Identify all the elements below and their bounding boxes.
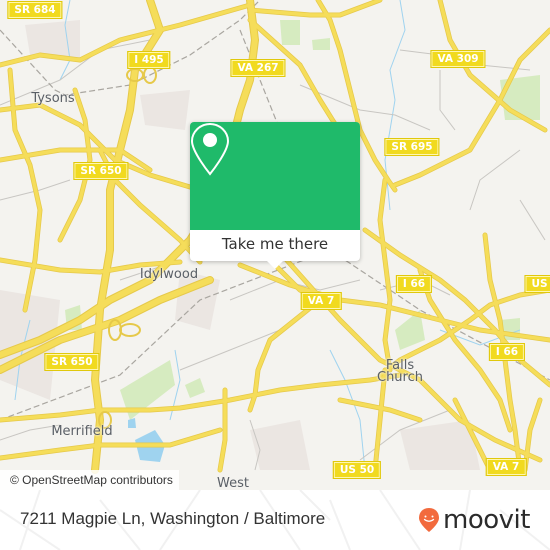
moovit-wordmark: moovit [443, 505, 530, 535]
route-shield-i66-south: I 66 [488, 343, 526, 361]
popup-header [190, 122, 360, 230]
footer-bar: 7211 Magpie Ln, Washington / Baltimore m… [0, 490, 550, 550]
map-base [0, 0, 550, 550]
route-shield-va267: VA 267 [230, 59, 286, 77]
route-shield-va309: VA 309 [430, 50, 486, 68]
route-shield-us2x: US 2 [524, 275, 550, 293]
route-shield-va7-north: VA 7 [300, 292, 342, 310]
route-shield-va7-south: VA 7 [485, 458, 527, 476]
route-shield-sr684: SR 684 [7, 1, 63, 19]
place-label-west: West [217, 476, 249, 491]
place-label-idylwood: Idylwood [139, 267, 199, 282]
moovit-logo[interactable]: moovit [418, 502, 530, 538]
route-shield-sr650-north: SR 650 [73, 162, 129, 180]
route-shield-sr695: SR 695 [384, 138, 440, 156]
take-me-there-button[interactable]: Take me there [190, 230, 360, 261]
location-pin-icon [190, 122, 230, 176]
route-shield-us50: US 50 [332, 461, 382, 479]
place-label-tysons: Tysons [31, 91, 75, 106]
destination-address: 7211 Magpie Ln, Washington / Baltimore [20, 509, 326, 528]
popup-pointer [267, 261, 283, 269]
map-attribution[interactable]: © OpenStreetMap contributors [0, 470, 179, 490]
destination-popup[interactable]: Take me there [190, 122, 360, 269]
route-shield-i66-north: I 66 [395, 275, 433, 293]
place-label-church: Church [376, 370, 424, 385]
route-shield-sr650-south: SR 650 [44, 353, 100, 371]
moovit-pin-smile-icon [419, 508, 439, 532]
route-shield-i495: I 495 [127, 51, 171, 69]
map-canvas[interactable]: SR 684 I 495 VA 267 VA 309 SR 650 SR 695… [0, 0, 550, 550]
place-label-merrifield: Merrifield [51, 424, 113, 439]
